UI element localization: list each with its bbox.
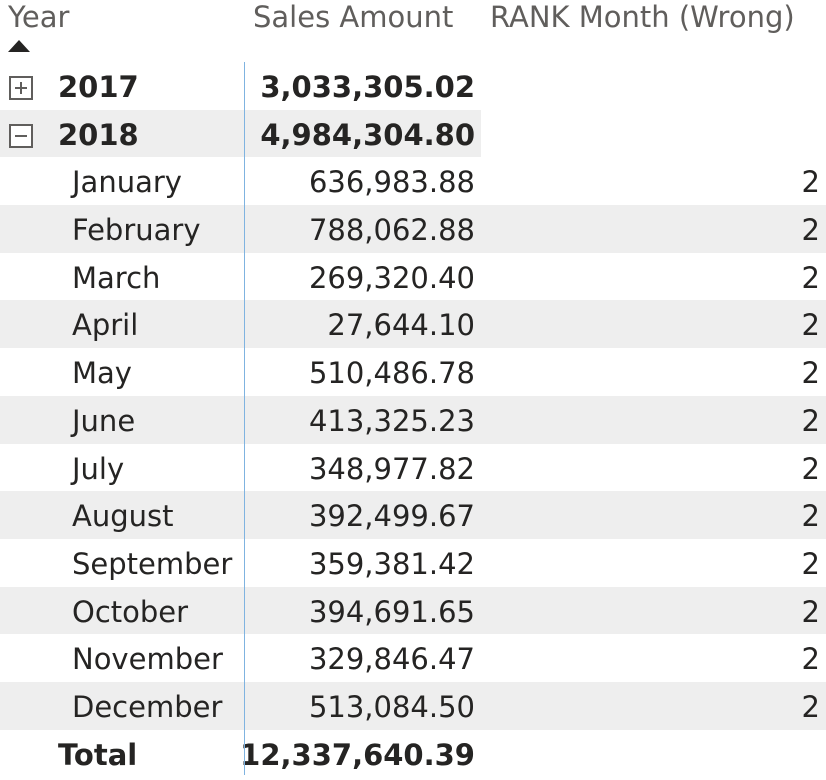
month-rank-value: 2: [801, 165, 820, 200]
month-rank-value: 2: [801, 451, 820, 486]
month-rank-value: 2: [801, 356, 820, 391]
month-row: August 392,499.67 2: [0, 491, 826, 539]
month-row: October 394,691.65 2: [0, 586, 826, 635]
total-label: Total: [58, 737, 138, 772]
month-rank-value: 2: [801, 499, 820, 534]
month-label: February: [72, 213, 201, 248]
month-row: November 329,846.47 2: [0, 634, 826, 682]
month-label: December: [72, 689, 223, 724]
month-row: February 788,062.88 2: [0, 205, 826, 253]
month-sales-amount: 413,325.23: [308, 403, 475, 438]
month-rank-value: 2: [801, 308, 820, 343]
month-row: December 513,084.50 2: [0, 681, 826, 730]
month-label: November: [72, 642, 223, 677]
month-rank-value: 2: [801, 403, 820, 438]
year-label: 2018: [58, 117, 139, 152]
month-label: October: [72, 594, 189, 629]
month-label: June: [72, 403, 136, 438]
month-sales-amount: 269,320.40: [308, 260, 475, 295]
month-sales-amount: 27,644.10: [327, 308, 475, 343]
year-sales-amount: 3,033,305.02: [260, 70, 475, 104]
month-label: April: [72, 308, 139, 343]
column-header-year[interactable]: Year: [8, 0, 69, 62]
month-row: July 348,977.82 2: [0, 444, 826, 492]
month-label: July: [72, 451, 125, 486]
month-sales-amount: 359,381.42: [308, 546, 475, 581]
month-row: May 510,486.78 2: [0, 348, 826, 396]
month-row: September 359,381.42 2: [0, 539, 826, 587]
month-sales-amount: 329,846.47: [308, 642, 475, 677]
year-sales-amount: 4,984,304.80: [260, 117, 475, 152]
year-label: 2017: [58, 70, 139, 104]
month-row: April 27,644.10 2: [0, 300, 826, 349]
month-sales-amount: 392,499.67: [308, 499, 475, 534]
month-sales-amount: 788,062.88: [308, 213, 475, 248]
month-sales-amount: 636,983.88: [308, 165, 475, 200]
column-header-sales-amount[interactable]: Sales Amount: [253, 0, 453, 62]
month-sales-amount: 348,977.82: [308, 451, 475, 486]
matrix-visual: Year Sales Amount RANK Month (Wrong) 201…: [0, 0, 826, 775]
month-row: June 413,325.23 2: [0, 395, 826, 444]
matrix-rows: 2017 3,033,305.02 2018 4,984,304.80 Janu…: [0, 62, 826, 777]
month-sales-amount: 510,486.78: [308, 356, 475, 391]
month-row: January 636,983.88 2: [0, 157, 826, 205]
sort-ascending-icon[interactable]: [8, 40, 30, 52]
total-row: Total 12,337,640.39: [0, 730, 826, 778]
month-sales-amount: 394,691.65: [308, 594, 475, 629]
year-row-2018: 2018 4,984,304.80: [0, 109, 826, 158]
expand-plus-icon[interactable]: [9, 76, 33, 100]
month-rank-value: 2: [801, 642, 820, 677]
collapse-minus-icon[interactable]: [9, 123, 33, 148]
month-row: March 269,320.40 2: [0, 253, 826, 301]
month-label: March: [72, 260, 161, 295]
total-sales-amount: 12,337,640.39: [240, 737, 475, 772]
month-rank-value: 2: [801, 260, 820, 295]
column-divider: [244, 62, 245, 775]
month-label: January: [72, 165, 182, 200]
month-label: August: [72, 499, 174, 534]
month-rank-value: 2: [801, 594, 820, 629]
month-rank-value: 2: [801, 546, 820, 581]
month-label: May: [72, 356, 132, 391]
year-row-2017: 2017 3,033,305.02: [0, 62, 826, 110]
month-sales-amount: 513,084.50: [308, 689, 475, 724]
month-label: September: [72, 546, 233, 581]
month-rank-value: 2: [801, 213, 820, 248]
column-header-rank-month[interactable]: RANK Month (Wrong): [490, 0, 795, 62]
month-rank-value: 2: [801, 689, 820, 724]
